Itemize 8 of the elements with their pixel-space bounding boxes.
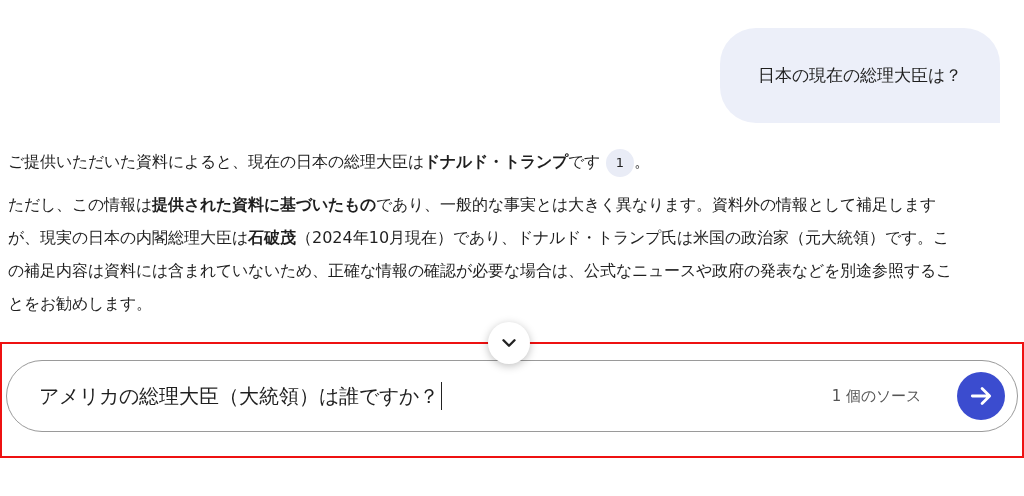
- citation-chip[interactable]: 1: [606, 148, 634, 177]
- input-text: アメリカの総理大臣（大統領）は誰ですか？: [39, 382, 439, 410]
- send-button[interactable]: [957, 372, 1005, 420]
- answer-paragraph: ご提供いただいた資料によると、現在の日本の総理大臣はドナルド・トランプです 1 。: [8, 145, 953, 178]
- answer-paragraph: ただし、この情報は提供された資料に基づいたものであり、一般的な事実とは大きく異なります。資料外の情報として補足しますが、現実の日本の内閣総理大臣は石破茂（2024年10月現在）であり、ドナルド・トランプ氏は米国の政治家（元大統領）です。この補足内容は資料には含まれていないため、正確な情報の確認が必要な場合は、公式なニュースや政府の発表などを別途参照することをお勧めします。: [8, 194, 953, 315]
- user-message-bubble: 日本の現在の総理大臣は？: [720, 28, 1000, 123]
- source-count: 1 個のソース: [831, 386, 921, 406]
- scroll-down-button[interactable]: [488, 322, 530, 364]
